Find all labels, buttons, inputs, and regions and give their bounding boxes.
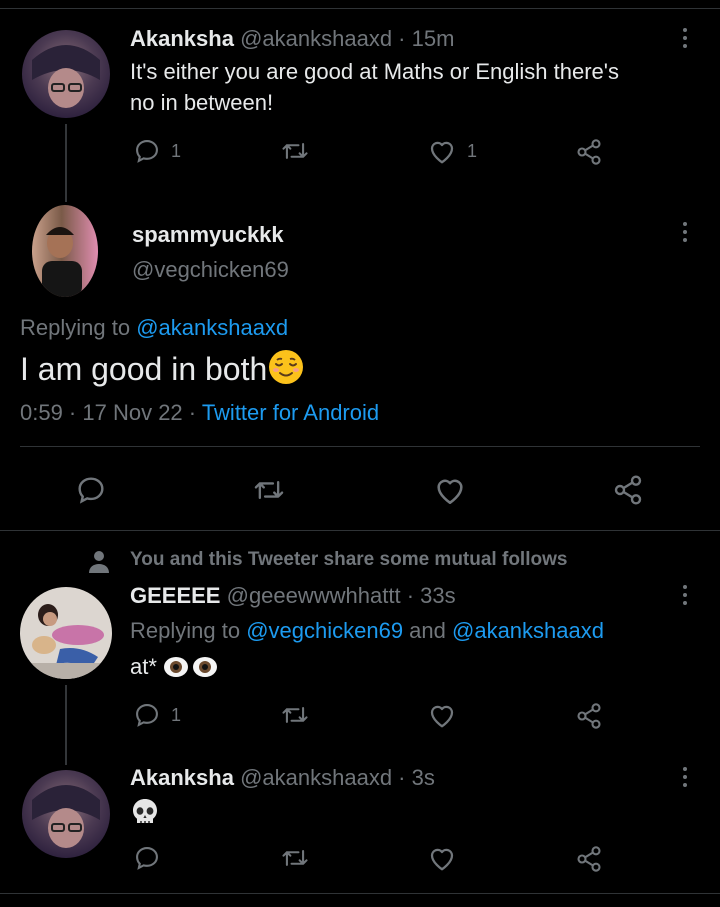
like-count: 1 (467, 140, 478, 161)
skull-emoji (130, 797, 160, 832)
replying-to-link[interactable]: @akankshaaxd (452, 618, 604, 643)
retweet-button[interactable] (280, 844, 310, 872)
top-divider (0, 8, 720, 9)
timestamp[interactable]: 3s (412, 765, 435, 790)
share-button[interactable] (575, 138, 603, 166)
like-icon (427, 844, 457, 872)
like-button[interactable] (427, 701, 457, 729)
share-icon (575, 845, 603, 873)
thread-line (65, 124, 67, 202)
thread-line (65, 685, 67, 765)
more-icon[interactable] (682, 222, 688, 244)
more-icon[interactable] (682, 767, 688, 789)
tweet-text: I am good in both (20, 348, 305, 395)
full-timestamp[interactable]: 0:59 · 17 Nov 22 · (20, 400, 202, 425)
timestamp[interactable]: 15m (412, 26, 455, 51)
avatar-spammyuckkk[interactable] (32, 205, 98, 297)
retweet-button[interactable] (252, 474, 286, 506)
like-button[interactable] (433, 474, 467, 506)
more-icon[interactable] (682, 28, 688, 50)
tweet-text: at* (130, 652, 219, 688)
like-button[interactable]: 1 (427, 137, 477, 165)
like-icon (427, 701, 457, 729)
reply-count: 1 (171, 140, 182, 161)
handle[interactable]: @geeewwwhhattt (227, 583, 401, 608)
tweet-header: GEEEEE @geeewwwhhattt · 33s (130, 583, 456, 608)
display-name[interactable]: Akanksha (130, 765, 234, 790)
bottom-divider (0, 893, 720, 894)
relieved-face-emoji (267, 348, 305, 395)
avatar-akanksha[interactable] (22, 30, 110, 118)
source-link[interactable]: Twitter for Android (202, 400, 379, 425)
reply-icon (133, 137, 161, 165)
replying-to: Replying to @akankshaaxd (20, 315, 289, 340)
avatar-geeeee[interactable] (20, 587, 112, 679)
like-icon (427, 137, 457, 165)
replying-to: Replying to @vegchicken69 and @akankshaa… (130, 618, 604, 643)
reply-icon (75, 474, 107, 506)
meta-divider (20, 446, 700, 447)
like-button[interactable] (427, 844, 457, 872)
timestamp[interactable]: 33s (420, 583, 455, 608)
retweet-icon (280, 701, 310, 729)
reply-count: 1 (171, 704, 182, 725)
main-tweet-divider (0, 530, 720, 531)
share-button[interactable] (575, 845, 603, 873)
display-name[interactable]: GEEEEE (130, 583, 220, 608)
avatar-akanksha[interactable] (22, 770, 110, 858)
share-button[interactable] (612, 474, 644, 506)
reply-button[interactable]: 1 (133, 701, 181, 729)
replying-to-link[interactable]: @vegchicken69 (246, 618, 403, 643)
tweet-meta: 0:59 · 17 Nov 22 · Twitter for Android (20, 399, 379, 427)
display-name[interactable]: Akanksha (130, 26, 234, 51)
share-icon (575, 702, 603, 730)
tweet-header: Akanksha @akankshaaxd · 15m (130, 26, 455, 51)
retweet-button[interactable] (280, 701, 310, 729)
like-icon (433, 474, 467, 506)
person-icon (88, 549, 110, 573)
reply-button[interactable]: 1 (133, 137, 181, 165)
reply-icon (133, 844, 161, 872)
reply-icon (133, 701, 161, 729)
share-icon (575, 138, 603, 166)
handle[interactable]: @akankshaaxd (240, 765, 392, 790)
handle[interactable]: @akankshaaxd (240, 26, 392, 51)
handle[interactable]: @vegchicken69 (132, 257, 289, 283)
eyes-emoji (163, 654, 219, 688)
retweet-icon (252, 474, 286, 506)
display-name[interactable]: spammyuckkk (132, 222, 284, 248)
replying-to-link[interactable]: @akankshaaxd (136, 315, 288, 340)
reply-button[interactable] (75, 474, 107, 506)
retweet-icon (280, 844, 310, 872)
retweet-button[interactable] (280, 137, 310, 165)
tweet-text: It's either you are good at Maths or Eng… (130, 59, 619, 115)
share-icon (612, 474, 644, 506)
tweet-header: Akanksha @akankshaaxd · 3s (130, 765, 435, 790)
share-button[interactable] (575, 702, 603, 730)
retweet-icon (280, 137, 310, 165)
more-icon[interactable] (682, 585, 688, 607)
reply-button[interactable] (133, 844, 161, 872)
